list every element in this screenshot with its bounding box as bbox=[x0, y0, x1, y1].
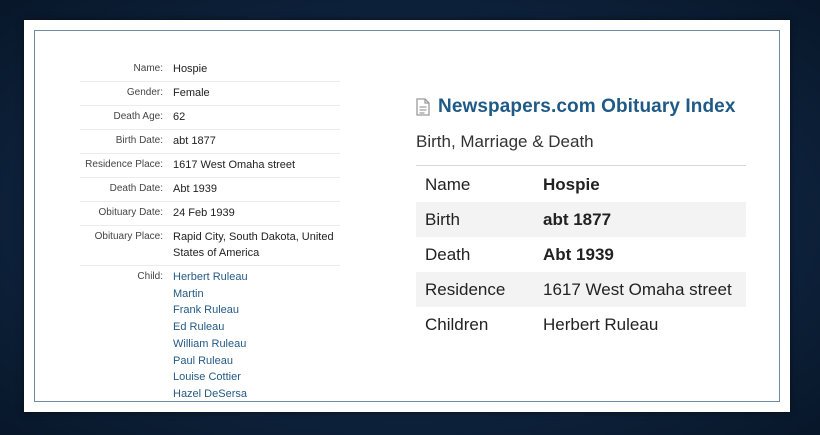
child-link[interactable]: Ed Ruleau bbox=[173, 319, 340, 336]
summary-value: 1617 West Omaha street bbox=[543, 279, 732, 299]
summary-row-residence: Residence 1617 West Omaha street bbox=[416, 272, 746, 307]
record-row-obituary-date: Obituary Date: 24 Feb 1939 bbox=[80, 202, 340, 226]
child-link[interactable]: William Ruleau bbox=[173, 336, 340, 353]
summary-value: abt 1877 bbox=[543, 209, 612, 229]
record-value: 1617 West Omaha street bbox=[173, 159, 296, 171]
record-details-table: Name: Hospie Gender: Female Death Age: 6… bbox=[80, 58, 340, 407]
record-value: abt 1877 bbox=[173, 135, 216, 147]
document-icon bbox=[416, 98, 430, 116]
record-label: Residence Place: bbox=[85, 159, 163, 170]
summary-row-birth: Birth abt 1877 bbox=[416, 202, 746, 237]
summary-label: Residence bbox=[425, 279, 506, 299]
record-label: Birth Date: bbox=[115, 135, 163, 146]
record-value: Hospie bbox=[173, 63, 208, 75]
record-row-death-date: Death Date: Abt 1939 bbox=[80, 178, 340, 202]
summary-title[interactable]: Newspapers.com Obituary Index bbox=[438, 96, 736, 118]
summary-label: Death bbox=[425, 244, 471, 264]
record-row-name: Name: Hospie bbox=[80, 58, 340, 82]
summary-row-death: Death Abt 1939 bbox=[416, 237, 746, 272]
record-label: Gender: bbox=[126, 87, 163, 98]
record-value: 24 Feb 1939 bbox=[173, 207, 235, 219]
summary-row-name: Name Hospie bbox=[416, 167, 746, 202]
record-row-obituary-place: Obituary Place: Rapid City, South Dakota… bbox=[80, 226, 340, 266]
summary-row-children: Children Herbert Ruleau bbox=[416, 307, 746, 342]
summary-header: Newspapers.com Obituary Index bbox=[416, 96, 746, 118]
record-label: Obituary Date: bbox=[98, 207, 163, 218]
record-row-children: Child: Herbert Ruleau Martin Frank Rulea… bbox=[80, 266, 340, 407]
record-card: Name: Hospie Gender: Female Death Age: 6… bbox=[24, 20, 790, 412]
child-link[interactable]: Hazel DeSersa bbox=[173, 386, 340, 403]
record-label: Death Date: bbox=[109, 183, 163, 194]
record-row-gender: Gender: Female bbox=[80, 82, 340, 106]
summary-label: Name bbox=[425, 174, 471, 194]
record-row-death-age: Death Age: 62 bbox=[80, 106, 340, 130]
children-list: Herbert Ruleau Martin Frank Ruleau Ed Ru… bbox=[173, 269, 340, 403]
summary-label: Children bbox=[425, 314, 489, 334]
summary-table: Name Hospie Birth abt 1877 Death Abt 193… bbox=[416, 167, 746, 342]
summary-value: Herbert Ruleau bbox=[543, 314, 659, 334]
record-value: Rapid City, South Dakota, United States … bbox=[173, 231, 334, 259]
child-link[interactable]: Louise Cottier bbox=[173, 369, 340, 386]
child-link[interactable]: Herbert Ruleau bbox=[173, 269, 340, 286]
summary-value: Hospie bbox=[543, 174, 600, 194]
summary-value: Abt 1939 bbox=[543, 244, 614, 264]
record-value: Female bbox=[173, 87, 210, 99]
summary-panel: Newspapers.com Obituary Index Birth, Mar… bbox=[416, 96, 746, 342]
record-label: Death Age: bbox=[113, 111, 163, 122]
child-link[interactable]: Frank Ruleau bbox=[173, 302, 340, 319]
record-value: Abt 1939 bbox=[173, 183, 218, 195]
record-label: Child: bbox=[137, 271, 163, 282]
child-link[interactable]: Paul Ruleau bbox=[173, 353, 340, 370]
record-row-birth-date: Birth Date: abt 1877 bbox=[80, 130, 340, 154]
summary-subtitle: Birth, Marriage & Death bbox=[416, 132, 746, 166]
record-label: Obituary Place: bbox=[94, 231, 163, 242]
child-link[interactable]: Martin bbox=[173, 286, 340, 303]
summary-label: Birth bbox=[425, 209, 460, 229]
record-row-residence: Residence Place: 1617 West Omaha street bbox=[80, 154, 340, 178]
record-value: 62 bbox=[173, 111, 186, 123]
record-label: Name: bbox=[133, 63, 163, 74]
